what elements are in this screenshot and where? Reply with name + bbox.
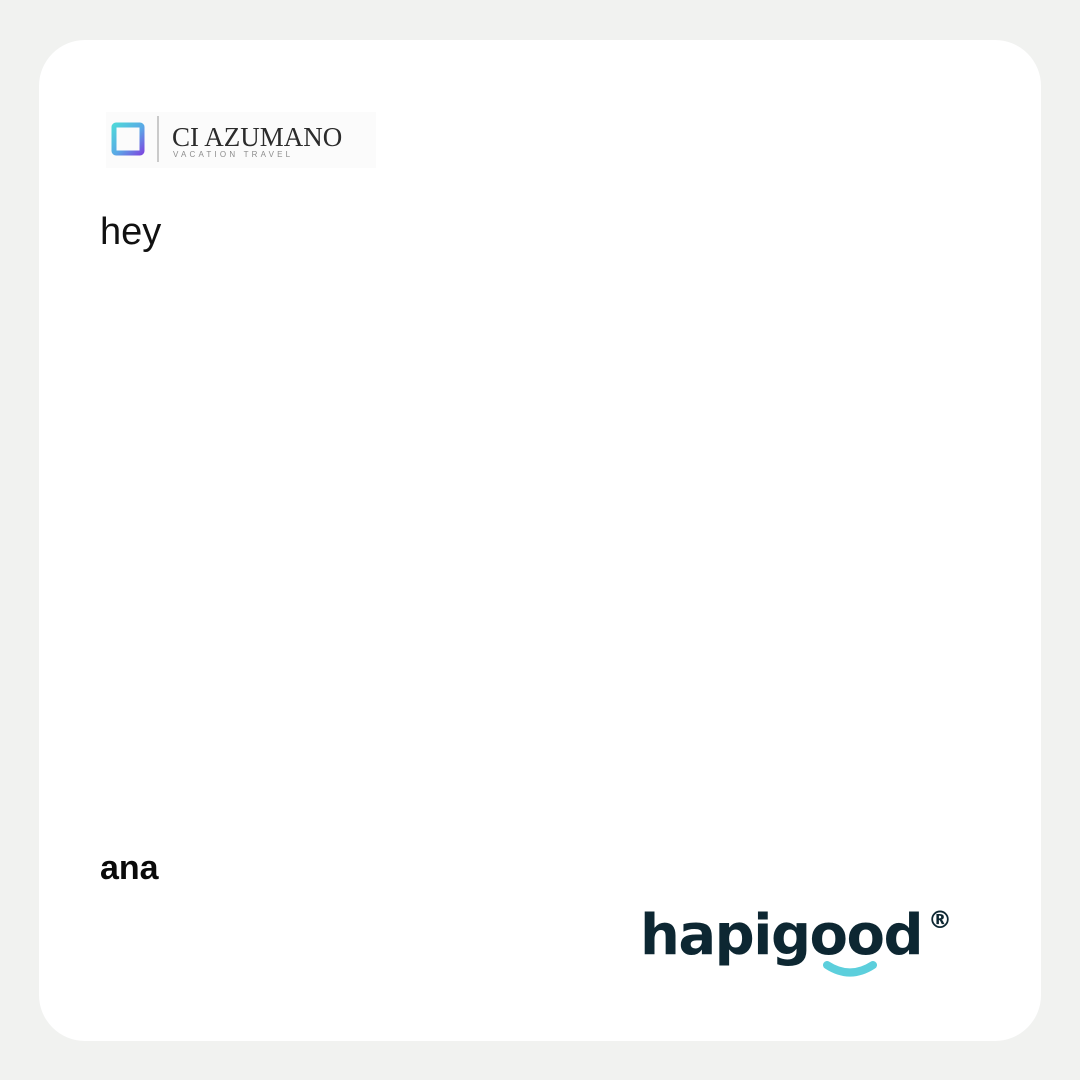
hapigood-logo: hapigood ® [636,896,956,984]
brand-logo: CI AZUMANO VACATION TRAVEL [106,112,376,168]
square-frame-icon [111,122,145,156]
sender-name: ana [100,849,159,887]
message-text: hey [100,211,162,253]
brand-tagline: VACATION TRAVEL [173,150,293,159]
brand-name: CI AZUMANO [172,122,342,152]
registered-mark: ® [928,906,952,934]
hapigood-wordmark: hapigood [640,903,922,968]
message-card [39,40,1041,1041]
